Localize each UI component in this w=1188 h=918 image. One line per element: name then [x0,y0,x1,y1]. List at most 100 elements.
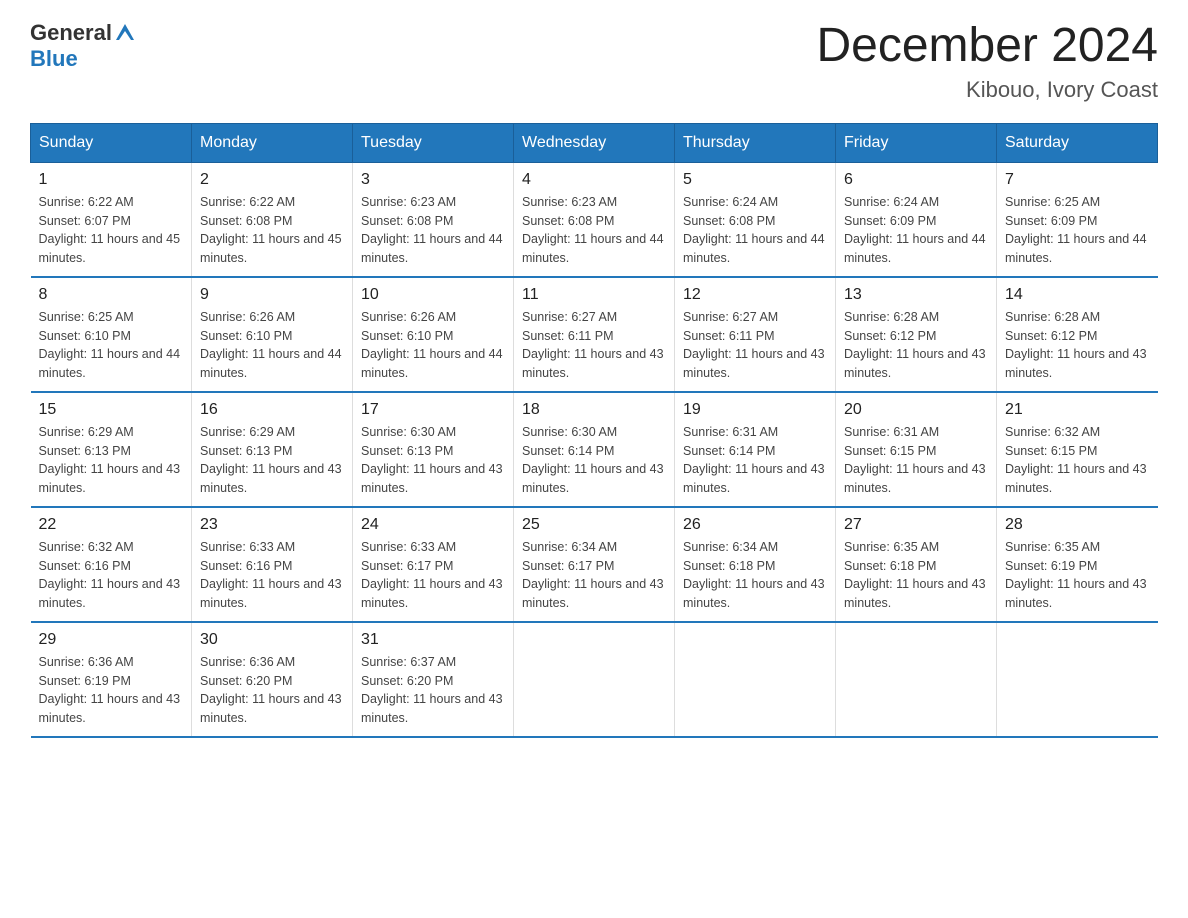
calendar-cell: 11 Sunrise: 6:27 AM Sunset: 6:11 PM Dayl… [514,277,675,392]
weekday-header-tuesday: Tuesday [353,123,514,162]
calendar-cell [997,622,1158,737]
day-info: Sunrise: 6:35 AM Sunset: 6:18 PM Dayligh… [844,538,988,613]
day-number: 20 [844,401,988,419]
calendar-cell: 26 Sunrise: 6:34 AM Sunset: 6:18 PM Dayl… [675,507,836,622]
calendar-cell: 4 Sunrise: 6:23 AM Sunset: 6:08 PM Dayli… [514,162,675,277]
day-number: 17 [361,401,505,419]
calendar-cell: 10 Sunrise: 6:26 AM Sunset: 6:10 PM Dayl… [353,277,514,392]
day-info: Sunrise: 6:35 AM Sunset: 6:19 PM Dayligh… [1005,538,1150,613]
weekday-header-friday: Friday [836,123,997,162]
day-info: Sunrise: 6:36 AM Sunset: 6:19 PM Dayligh… [39,653,184,728]
calendar-table: SundayMondayTuesdayWednesdayThursdayFrid… [30,123,1158,738]
calendar-cell: 25 Sunrise: 6:34 AM Sunset: 6:17 PM Dayl… [514,507,675,622]
day-info: Sunrise: 6:31 AM Sunset: 6:15 PM Dayligh… [844,423,988,498]
calendar-cell: 9 Sunrise: 6:26 AM Sunset: 6:10 PM Dayli… [192,277,353,392]
day-info: Sunrise: 6:24 AM Sunset: 6:08 PM Dayligh… [683,193,827,268]
calendar-week-row: 8 Sunrise: 6:25 AM Sunset: 6:10 PM Dayli… [31,277,1158,392]
page-header: General Blue December 2024 Kibouo, Ivory… [30,20,1158,103]
calendar-cell: 24 Sunrise: 6:33 AM Sunset: 6:17 PM Dayl… [353,507,514,622]
calendar-cell: 16 Sunrise: 6:29 AM Sunset: 6:13 PM Dayl… [192,392,353,507]
weekday-header-wednesday: Wednesday [514,123,675,162]
day-number: 14 [1005,286,1150,304]
day-number: 6 [844,171,988,189]
day-number: 3 [361,171,505,189]
day-info: Sunrise: 6:22 AM Sunset: 6:08 PM Dayligh… [200,193,344,268]
day-number: 7 [1005,171,1150,189]
day-number: 22 [39,516,184,534]
weekday-header-sunday: Sunday [31,123,192,162]
day-number: 8 [39,286,184,304]
day-number: 1 [39,171,184,189]
day-number: 4 [522,171,666,189]
logo-general-text: General [30,20,112,46]
day-info: Sunrise: 6:29 AM Sunset: 6:13 PM Dayligh… [200,423,344,498]
weekday-header-thursday: Thursday [675,123,836,162]
day-info: Sunrise: 6:27 AM Sunset: 6:11 PM Dayligh… [683,308,827,383]
day-number: 13 [844,286,988,304]
calendar-cell: 31 Sunrise: 6:37 AM Sunset: 6:20 PM Dayl… [353,622,514,737]
calendar-cell: 2 Sunrise: 6:22 AM Sunset: 6:08 PM Dayli… [192,162,353,277]
location-title: Kibouo, Ivory Coast [816,77,1158,103]
day-info: Sunrise: 6:23 AM Sunset: 6:08 PM Dayligh… [522,193,666,268]
calendar-week-row: 22 Sunrise: 6:32 AM Sunset: 6:16 PM Dayl… [31,507,1158,622]
day-info: Sunrise: 6:32 AM Sunset: 6:16 PM Dayligh… [39,538,184,613]
logo-blue-text: Blue [30,46,78,71]
day-info: Sunrise: 6:26 AM Sunset: 6:10 PM Dayligh… [361,308,505,383]
calendar-cell: 6 Sunrise: 6:24 AM Sunset: 6:09 PM Dayli… [836,162,997,277]
calendar-cell: 18 Sunrise: 6:30 AM Sunset: 6:14 PM Dayl… [514,392,675,507]
day-number: 31 [361,631,505,649]
day-info: Sunrise: 6:24 AM Sunset: 6:09 PM Dayligh… [844,193,988,268]
calendar-cell [836,622,997,737]
day-number: 12 [683,286,827,304]
day-info: Sunrise: 6:27 AM Sunset: 6:11 PM Dayligh… [522,308,666,383]
day-number: 29 [39,631,184,649]
day-info: Sunrise: 6:25 AM Sunset: 6:10 PM Dayligh… [39,308,184,383]
weekday-header-saturday: Saturday [997,123,1158,162]
day-info: Sunrise: 6:37 AM Sunset: 6:20 PM Dayligh… [361,653,505,728]
day-number: 21 [1005,401,1150,419]
day-number: 26 [683,516,827,534]
calendar-cell [514,622,675,737]
day-number: 23 [200,516,344,534]
title-section: December 2024 Kibouo, Ivory Coast [816,20,1158,103]
calendar-cell: 8 Sunrise: 6:25 AM Sunset: 6:10 PM Dayli… [31,277,192,392]
day-info: Sunrise: 6:28 AM Sunset: 6:12 PM Dayligh… [844,308,988,383]
day-number: 2 [200,171,344,189]
logo-triangle-icon [114,22,136,44]
day-info: Sunrise: 6:34 AM Sunset: 6:17 PM Dayligh… [522,538,666,613]
day-number: 18 [522,401,666,419]
day-info: Sunrise: 6:34 AM Sunset: 6:18 PM Dayligh… [683,538,827,613]
day-number: 24 [361,516,505,534]
day-info: Sunrise: 6:29 AM Sunset: 6:13 PM Dayligh… [39,423,184,498]
calendar-cell [675,622,836,737]
day-number: 19 [683,401,827,419]
day-number: 9 [200,286,344,304]
day-info: Sunrise: 6:32 AM Sunset: 6:15 PM Dayligh… [1005,423,1150,498]
day-number: 28 [1005,516,1150,534]
calendar-cell: 3 Sunrise: 6:23 AM Sunset: 6:08 PM Dayli… [353,162,514,277]
weekday-header-monday: Monday [192,123,353,162]
day-info: Sunrise: 6:22 AM Sunset: 6:07 PM Dayligh… [39,193,184,268]
day-info: Sunrise: 6:26 AM Sunset: 6:10 PM Dayligh… [200,308,344,383]
calendar-cell: 14 Sunrise: 6:28 AM Sunset: 6:12 PM Dayl… [997,277,1158,392]
calendar-week-row: 15 Sunrise: 6:29 AM Sunset: 6:13 PM Dayl… [31,392,1158,507]
calendar-cell: 23 Sunrise: 6:33 AM Sunset: 6:16 PM Dayl… [192,507,353,622]
day-number: 15 [39,401,184,419]
calendar-cell: 28 Sunrise: 6:35 AM Sunset: 6:19 PM Dayl… [997,507,1158,622]
weekday-header-row: SundayMondayTuesdayWednesdayThursdayFrid… [31,123,1158,162]
calendar-cell: 7 Sunrise: 6:25 AM Sunset: 6:09 PM Dayli… [997,162,1158,277]
day-info: Sunrise: 6:25 AM Sunset: 6:09 PM Dayligh… [1005,193,1150,268]
calendar-cell: 30 Sunrise: 6:36 AM Sunset: 6:20 PM Dayl… [192,622,353,737]
day-info: Sunrise: 6:28 AM Sunset: 6:12 PM Dayligh… [1005,308,1150,383]
day-number: 5 [683,171,827,189]
calendar-cell: 19 Sunrise: 6:31 AM Sunset: 6:14 PM Dayl… [675,392,836,507]
month-title: December 2024 [816,20,1158,73]
day-info: Sunrise: 6:33 AM Sunset: 6:16 PM Dayligh… [200,538,344,613]
calendar-cell: 21 Sunrise: 6:32 AM Sunset: 6:15 PM Dayl… [997,392,1158,507]
calendar-week-row: 1 Sunrise: 6:22 AM Sunset: 6:07 PM Dayli… [31,162,1158,277]
day-number: 25 [522,516,666,534]
calendar-cell: 5 Sunrise: 6:24 AM Sunset: 6:08 PM Dayli… [675,162,836,277]
calendar-cell: 20 Sunrise: 6:31 AM Sunset: 6:15 PM Dayl… [836,392,997,507]
calendar-week-row: 29 Sunrise: 6:36 AM Sunset: 6:19 PM Dayl… [31,622,1158,737]
calendar-cell: 17 Sunrise: 6:30 AM Sunset: 6:13 PM Dayl… [353,392,514,507]
